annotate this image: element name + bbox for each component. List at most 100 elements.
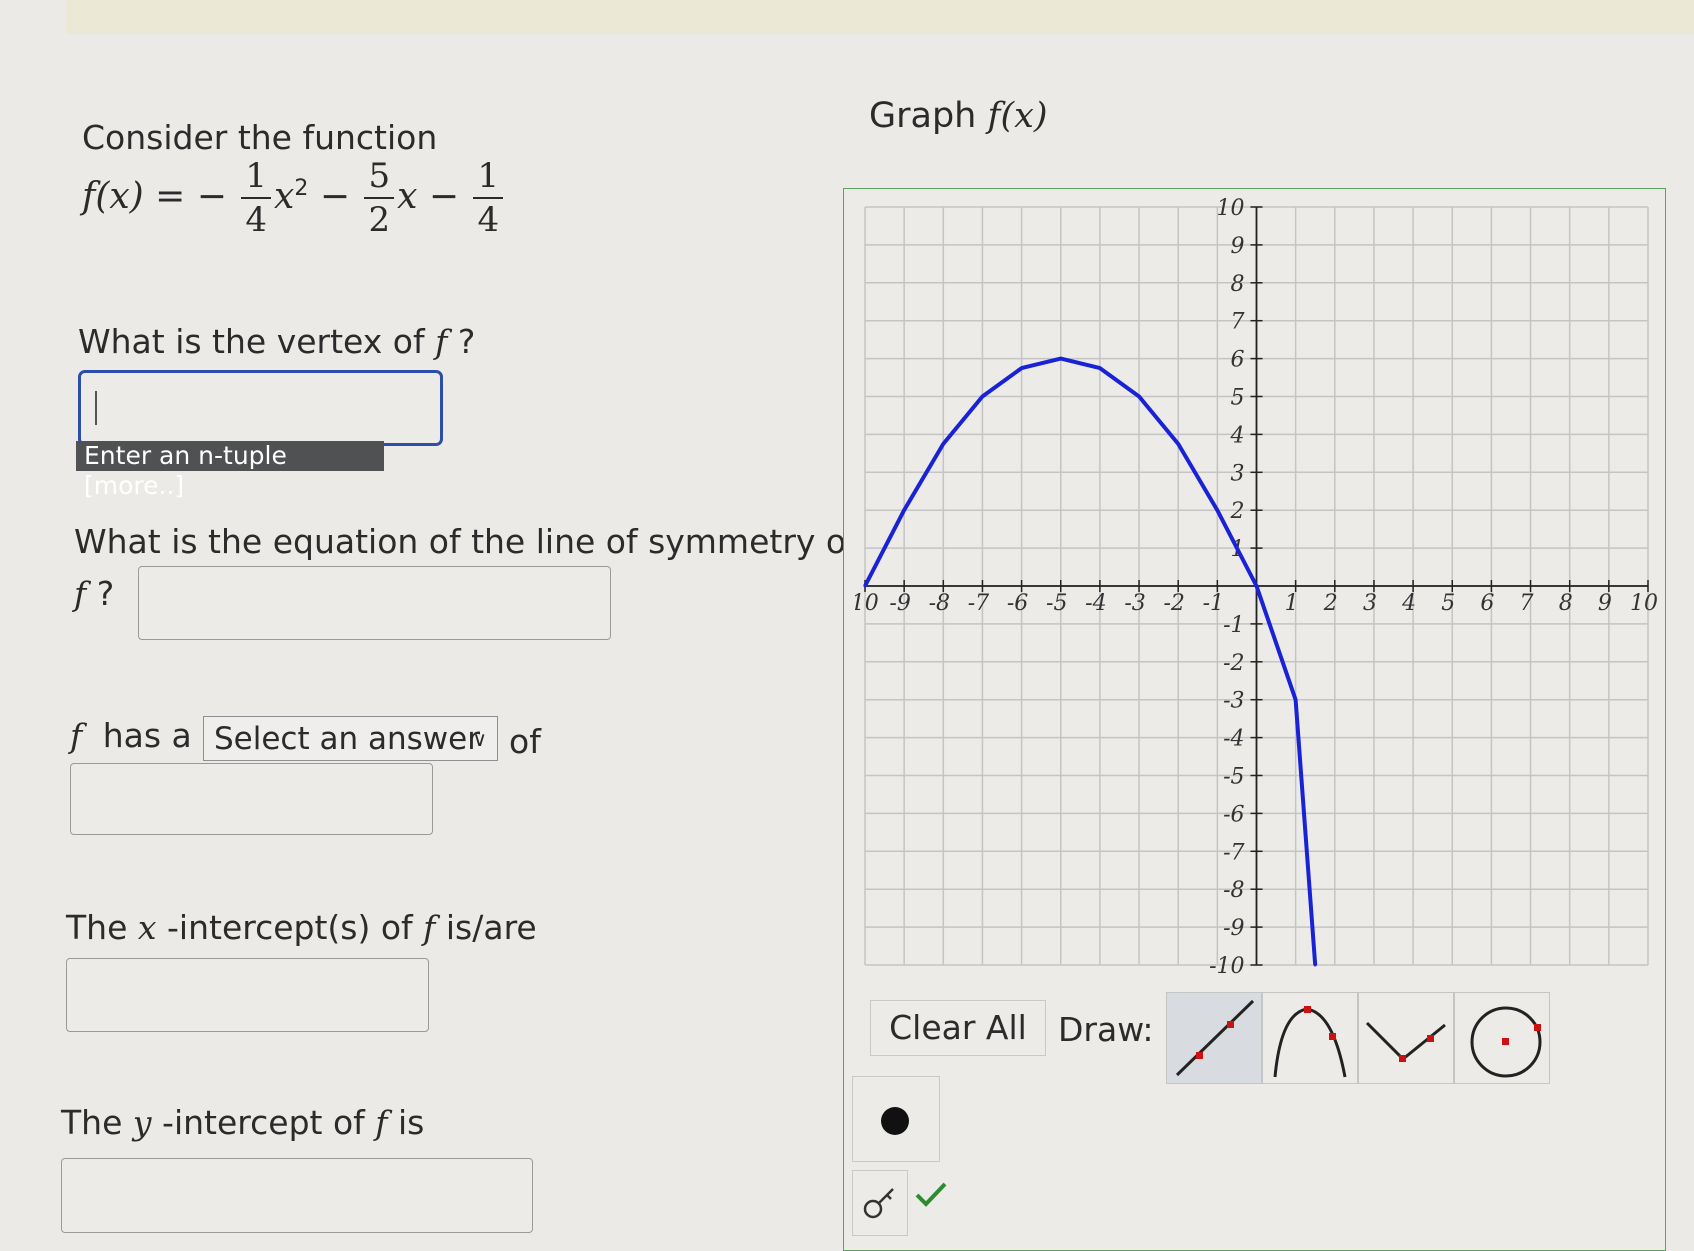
y-tick-label: 6 xyxy=(1231,348,1245,373)
x-tick-label: -10 xyxy=(855,591,879,616)
curve-data-point xyxy=(1255,584,1258,588)
yint-post: is xyxy=(397,1103,425,1142)
y-tick-label: 8 xyxy=(1231,272,1245,297)
text-caret xyxy=(95,391,97,425)
x-tick-label: 6 xyxy=(1480,591,1494,616)
clear-all-button[interactable]: Clear All xyxy=(870,1000,1046,1056)
fraction-c-num: 1 xyxy=(473,155,504,199)
fraction-a-num: 1 xyxy=(241,155,272,199)
x-tick-label: -4 xyxy=(1085,591,1106,616)
fraction-a-den: 4 xyxy=(245,200,268,240)
yint-input[interactable] xyxy=(61,1158,533,1233)
maxmin-var: f xyxy=(70,716,83,755)
curve-data-point xyxy=(863,584,867,588)
formula-minus-1: − xyxy=(319,176,350,217)
y-tick-label: 3 xyxy=(1231,461,1245,486)
x-tick-label: 3 xyxy=(1363,591,1377,616)
vertex-question-text: What is the vertex of xyxy=(78,322,425,361)
yint-question: The y -intercept of f is xyxy=(61,1103,424,1142)
y-tick-label: -8 xyxy=(1223,878,1244,903)
xint-post: is/are xyxy=(445,908,537,947)
y-tick-label: -1 xyxy=(1223,613,1244,638)
x-tick-label: 10 xyxy=(1630,591,1658,616)
graph-title-text: Graph xyxy=(869,96,977,136)
formula-x2: x xyxy=(274,176,295,217)
y-tick-label: -5 xyxy=(1223,765,1244,790)
curve-data-point xyxy=(941,442,945,446)
circle-tool-button[interactable] xyxy=(1454,992,1550,1084)
x-tick-label: -2 xyxy=(1163,591,1184,616)
maxmin-question: f has a xyxy=(70,716,192,755)
formula-minus-2: − xyxy=(428,176,460,217)
curve-data-point xyxy=(1215,508,1219,512)
maxmin-select[interactable]: Select an answer ∨ xyxy=(203,716,498,761)
vertex-input[interactable] xyxy=(78,370,443,446)
x-tick-label: 7 xyxy=(1520,591,1534,616)
xint-fvar: f xyxy=(423,908,436,947)
curve-data-point xyxy=(902,508,906,512)
x-tick-label: -9 xyxy=(889,591,910,616)
x-tick-label: 8 xyxy=(1559,591,1573,616)
line-tool-icon xyxy=(1175,999,1255,1077)
ntuple-hint[interactable]: Enter an n-tuple [more..] xyxy=(76,441,384,500)
fraction-b-den: 2 xyxy=(368,200,391,240)
formula-x1: x xyxy=(397,176,418,217)
formula-lhs: f(x) = xyxy=(82,176,186,217)
xint-input[interactable] xyxy=(66,958,429,1032)
maxmin-of: of xyxy=(509,722,541,761)
fraction-b: 52 xyxy=(364,155,395,241)
x-tick-label: 5 xyxy=(1441,591,1455,616)
y-tick-label: 5 xyxy=(1231,386,1245,411)
x-tick-label: 2 xyxy=(1323,591,1338,616)
yint-pre: The xyxy=(61,1103,123,1142)
x-tick-label: -8 xyxy=(929,591,950,616)
maxmin-select-value: Select an answer xyxy=(214,721,480,757)
x-tick-label: 4 xyxy=(1401,591,1416,616)
curve-data-point xyxy=(1137,395,1141,398)
xint-var: x xyxy=(137,908,157,947)
symmetry-question: What is the equation of the line of symm… xyxy=(74,522,858,561)
fraction-c: 14 xyxy=(473,155,504,241)
curve-data-point xyxy=(1313,963,1317,967)
symmetry-question-tail: f ? xyxy=(74,574,114,613)
y-tick-label: -3 xyxy=(1223,689,1244,714)
y-tick-label: 10 xyxy=(1217,197,1245,221)
graph-title: Graph f(x) xyxy=(869,96,1048,136)
circle-icon xyxy=(1470,1006,1542,1078)
yint-var: y xyxy=(132,1103,152,1142)
symmetry-input[interactable] xyxy=(138,566,611,640)
line-tool-button[interactable] xyxy=(1166,992,1262,1084)
graph-canvas[interactable]: -10-9-8-7-6-5-4-3-2-11234567891010987654… xyxy=(855,197,1658,975)
formula-exponent: 2 xyxy=(294,176,309,201)
point-tool-button[interactable] xyxy=(852,1076,940,1162)
xint-question: The x -intercept(s) of f is/are xyxy=(66,908,537,947)
y-tick-label: 7 xyxy=(1231,310,1245,335)
curve-data-point xyxy=(1294,698,1298,702)
vertex-question: What is the vertex of f ? xyxy=(78,322,475,361)
key-icon xyxy=(863,1188,894,1219)
x-tick-label: -3 xyxy=(1124,591,1145,616)
yint-mid: -intercept of xyxy=(162,1103,365,1142)
graph-title-fx: f(x) xyxy=(987,96,1048,136)
y-tick-label: -2 xyxy=(1223,651,1244,676)
absolute-value-tool-button[interactable] xyxy=(1358,992,1454,1084)
intro-text: Consider the function xyxy=(82,118,438,157)
curve-data-point xyxy=(1098,366,1102,370)
top-banner xyxy=(66,0,1694,34)
vertex-question-mark: ? xyxy=(457,322,476,361)
formula-neg: − xyxy=(196,176,227,217)
fraction-b-num: 5 xyxy=(364,155,395,199)
parabola-tool-button[interactable] xyxy=(1262,992,1358,1084)
function-formula: f(x) = − 1 4 x2 − 52x − 14 xyxy=(82,155,506,241)
y-tick-label: -10 xyxy=(1209,954,1244,975)
y-tick-label: -6 xyxy=(1223,802,1244,827)
curve-data-point xyxy=(1176,442,1180,446)
fraction-c-den: 4 xyxy=(477,200,500,240)
y-tick-label: 4 xyxy=(1230,423,1245,448)
key-button[interactable] xyxy=(852,1170,908,1236)
maxmin-value-input[interactable] xyxy=(70,763,433,835)
chevron-down-icon: ∨ xyxy=(472,727,487,751)
fraction-a: 14 xyxy=(241,155,272,241)
curve-data-point xyxy=(980,395,984,398)
xint-pre: The xyxy=(66,908,128,947)
